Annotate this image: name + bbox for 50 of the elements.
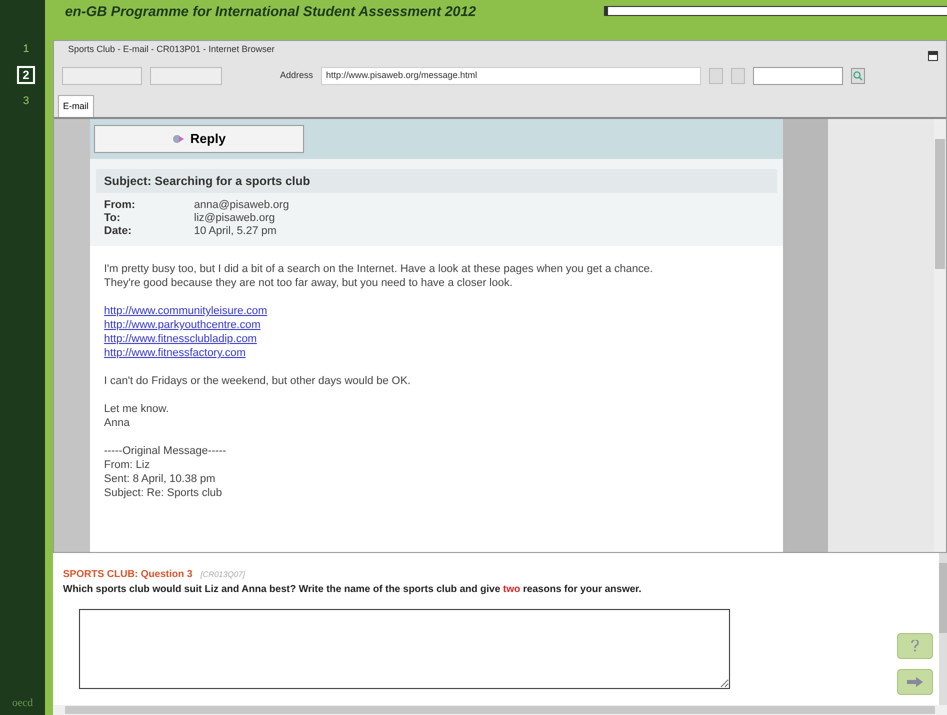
message-text: -----Original Message----- (104, 444, 228, 458)
search-icon (853, 71, 864, 81)
message-text: Subject: Re: Sports club (104, 486, 224, 500)
reply-icon (172, 133, 186, 145)
address-field[interactable]: http://www.pisaweb.org/message.html (321, 67, 702, 85)
search-button[interactable] (851, 68, 866, 84)
question-text: Which sports club would suit Liz and Anna best? Write the name of the sports club and give two reasons for your answer. (63, 583, 642, 597)
forward-button[interactable] (150, 67, 222, 85)
message-text: Sent: 8 April, 10.38 pm (104, 472, 216, 486)
web-link[interactable]: http://www.parkyouthcentre.com (104, 318, 261, 332)
web-link[interactable]: http://www.fitnessfactory.com (104, 346, 246, 360)
next-button[interactable] (897, 669, 933, 695)
step-button[interactable]: 2 (17, 66, 35, 84)
message-text: Anna (104, 416, 131, 430)
answer-box[interactable] (79, 609, 730, 689)
header-value: anna@pisaweb.org (194, 199, 290, 212)
browser-tab[interactable]: E-mail (58, 95, 94, 117)
header-label: From: (104, 199, 136, 212)
header-value: liz@pisaweb.org (194, 212, 276, 225)
refresh-button[interactable] (709, 68, 724, 84)
logo-text: oecd (12, 696, 33, 710)
help-button[interactable] (897, 633, 933, 659)
question-code: [CR013Q07] (200, 569, 245, 581)
message-text: I'm pretty busy too, but I did a bit of a search on the Internet. Have a look at these pages when you get a chance. (104, 262, 654, 276)
header-label: To: (104, 212, 122, 225)
step-button[interactable]: 3 (17, 92, 35, 110)
step-button[interactable]: 1 (17, 40, 35, 58)
question-mark-icon (911, 640, 919, 652)
web-link[interactable]: http://www.fitnessclubladip.com (104, 332, 257, 346)
header-value: 10 April, 5.27 pm (194, 225, 278, 238)
address-label: Address (280, 69, 314, 82)
message-text: From: Liz (104, 458, 151, 472)
subject-bar: Subject: Searching for a sports club (96, 169, 777, 193)
scrollbar[interactable] (934, 119, 946, 552)
scrollbar[interactable] (939, 553, 947, 705)
stop-button[interactable] (731, 68, 746, 84)
arrow-icon (907, 677, 923, 687)
maximize-icon[interactable] (928, 51, 938, 61)
web-link[interactable]: http://www.communityleisure.com (104, 304, 268, 318)
question-title: SPORTS CLUB: Question 3 (63, 568, 192, 582)
message-text: I can't do Fridays or the weekend, but other days would be OK. (104, 374, 412, 388)
back-button[interactable] (62, 67, 142, 85)
header-title: en-GB Programme for International Student Assessment 2012 (65, 2, 476, 21)
header-label: Date: (104, 225, 133, 238)
window-title: Sports Club - E-mail - CR013P01 - Internet Browser (67, 43, 275, 56)
message-text: They're good because they are not too far away, but you need to have a closer look. (104, 276, 514, 290)
reply-button[interactable]: Reply (94, 125, 304, 153)
scrollbar[interactable] (53, 705, 947, 715)
search-field[interactable] (753, 67, 844, 85)
message-text: Let me know. (104, 402, 170, 416)
